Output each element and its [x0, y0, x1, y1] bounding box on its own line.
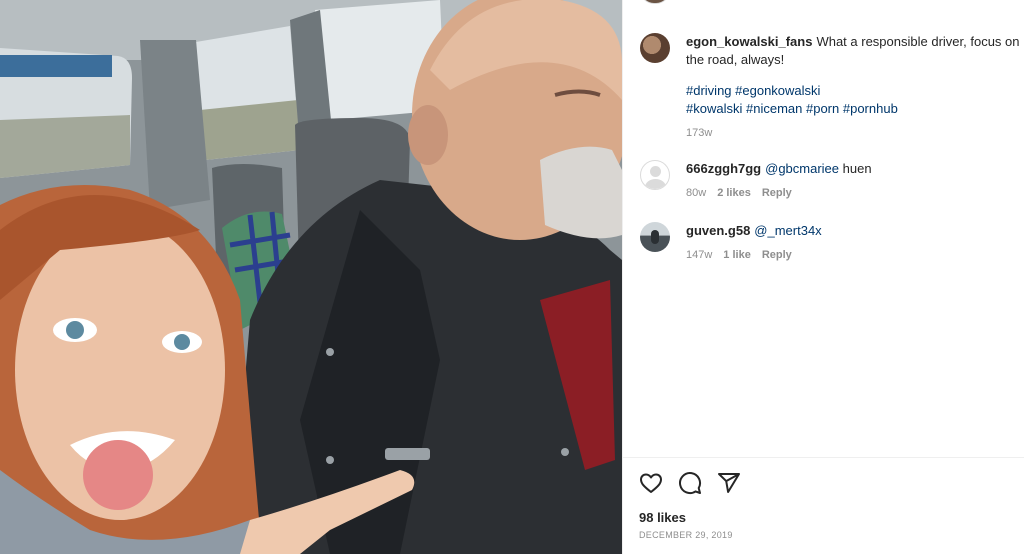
header-avatar[interactable]	[640, 0, 670, 4]
post-date[interactable]: DECEMBER 29, 2019	[639, 530, 733, 540]
comment-mention[interactable]: @gbcmariee	[765, 161, 839, 176]
comment-mention[interactable]: @_mert34x	[754, 223, 821, 238]
comment-icon[interactable]	[678, 471, 702, 495]
comment-age[interactable]: 80w	[686, 184, 706, 202]
hashtag-niceman[interactable]: #niceman	[746, 101, 802, 116]
caption-age[interactable]: 173w	[686, 124, 712, 142]
avatar[interactable]	[640, 160, 670, 190]
comment-text: huen	[842, 161, 872, 176]
caption-username[interactable]: egon_kowalski_fans	[686, 34, 812, 49]
comment-username[interactable]: guven.g58	[686, 223, 750, 238]
post-side-panel: egon_kowalski_fans What a responsible dri…	[622, 0, 1024, 554]
comment-meta: 147w 1 like Reply	[686, 246, 1024, 264]
comment-username[interactable]: 666zggh7gg	[686, 161, 761, 176]
comment-body: guven.g58 @_mert34x 147w 1 like Reply	[686, 222, 1024, 264]
comment: 666zggh7gg @gbcmariee huen 80w 2 likes Re…	[640, 160, 1024, 202]
likes-count[interactable]: 98 likes	[639, 510, 686, 525]
comment: guven.g58 @_mert34x 147w 1 like Reply	[640, 222, 1024, 264]
action-icons	[639, 471, 741, 495]
caption-meta: 173w	[686, 124, 1024, 142]
comment-likes[interactable]: 1 like	[723, 246, 751, 264]
caption-hashtags: #driving #egonkowalski #kowalski #nicema…	[686, 82, 1024, 118]
comment-line: 666zggh7gg @gbcmariee huen	[686, 160, 1024, 178]
send-icon[interactable]	[717, 471, 741, 495]
comment-likes[interactable]: 2 likes	[717, 184, 751, 202]
avatar[interactable]	[640, 222, 670, 252]
action-bar: 98 likes DECEMBER 29, 2019	[623, 457, 1024, 554]
reply-button[interactable]: Reply	[762, 184, 792, 202]
reply-button[interactable]: Reply	[762, 246, 792, 264]
hashtag-porn[interactable]: #porn	[806, 101, 839, 116]
comment-meta: 80w 2 likes Reply	[686, 184, 1024, 202]
hashtag-driving[interactable]: #driving	[686, 83, 732, 98]
post-photo[interactable]	[0, 0, 622, 554]
hashtag-pornhub[interactable]: #pornhub	[843, 101, 898, 116]
comment-line: guven.g58 @_mert34x	[686, 222, 1024, 240]
post-image	[0, 0, 622, 554]
comment-age[interactable]: 147w	[686, 246, 712, 264]
hashtag-egonkowalski[interactable]: #egonkowalski	[735, 83, 820, 98]
comment-body: 666zggh7gg @gbcmariee huen 80w 2 likes Re…	[686, 160, 1024, 202]
heart-icon[interactable]	[639, 471, 663, 495]
caption: egon_kowalski_fans What a responsible dri…	[640, 33, 1024, 142]
hashtag-kowalski[interactable]: #kowalski	[686, 101, 742, 116]
caption-body: egon_kowalski_fans What a responsible dri…	[686, 33, 1024, 142]
caption-line: egon_kowalski_fans What a responsible dri…	[686, 33, 1024, 69]
avatar[interactable]	[640, 33, 670, 63]
